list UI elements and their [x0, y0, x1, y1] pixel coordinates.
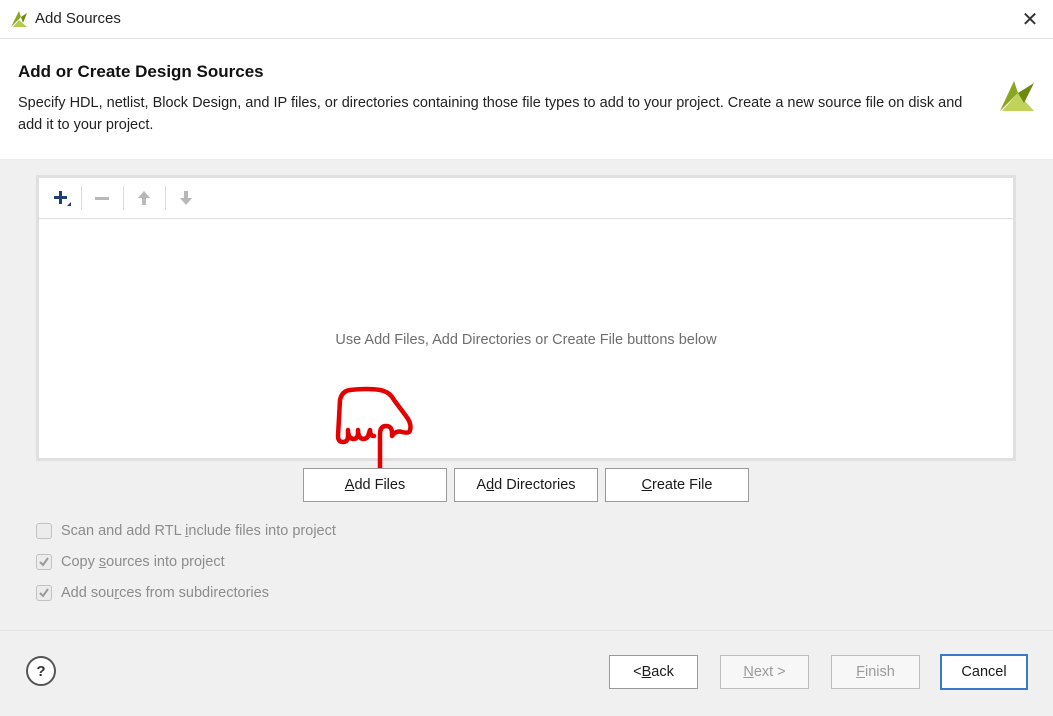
back-button[interactable]: < Back [609, 655, 698, 689]
vivado-logo-icon [11, 11, 27, 27]
add-directories-button[interactable]: Add Directories [454, 468, 598, 502]
move-down-icon [180, 191, 192, 205]
move-up-button[interactable] [131, 186, 157, 210]
create-file-button[interactable]: Create File [605, 468, 749, 502]
page-description: Specify HDL, netlist, Block Design, and … [18, 95, 963, 133]
checkbox-box[interactable] [36, 523, 52, 539]
window-title: Add Sources [35, 10, 121, 27]
vivado-logo-icon [1000, 81, 1034, 111]
add-files-button[interactable]: Add Files [303, 468, 447, 502]
scan-rtl-include-checkbox[interactable]: Scan and add RTL include files into proj… [36, 520, 336, 542]
close-button[interactable]: ✕ [1014, 4, 1046, 34]
source-file-list[interactable]: Use Add Files, Add Directories or Create… [36, 175, 1016, 461]
checkbox-box[interactable] [36, 554, 52, 570]
cancel-button[interactable]: Cancel [940, 654, 1028, 690]
add-button[interactable] [48, 186, 74, 210]
empty-list-message: Use Add Files, Add Directories or Create… [335, 332, 717, 348]
pointing-hand-annotation-icon [335, 386, 413, 477]
help-icon: ? [36, 662, 46, 680]
checkmark-icon [39, 588, 49, 598]
add-subdirectories-checkbox[interactable]: Add sources from subdirectories [36, 582, 269, 604]
file-list-toolbar [39, 178, 1013, 219]
checkbox-box[interactable] [36, 585, 52, 601]
header-panel: Add or Create Design Sources Specify HDL… [0, 39, 1053, 160]
next-button[interactable]: Next > [720, 655, 809, 689]
help-button[interactable]: ? [26, 656, 56, 686]
checkmark-icon [39, 557, 49, 567]
close-icon: ✕ [1021, 8, 1039, 31]
remove-button[interactable] [89, 186, 115, 210]
title-bar: Add Sources ✕ [0, 0, 1053, 39]
remove-icon [95, 197, 109, 200]
copy-sources-checkbox[interactable]: Copy sources into project [36, 551, 225, 573]
move-up-icon [138, 191, 150, 205]
move-down-button[interactable] [173, 186, 199, 210]
finish-button[interactable]: Finish [831, 655, 920, 689]
page-title: Add or Create Design Sources [18, 62, 264, 81]
add-icon [54, 191, 71, 206]
